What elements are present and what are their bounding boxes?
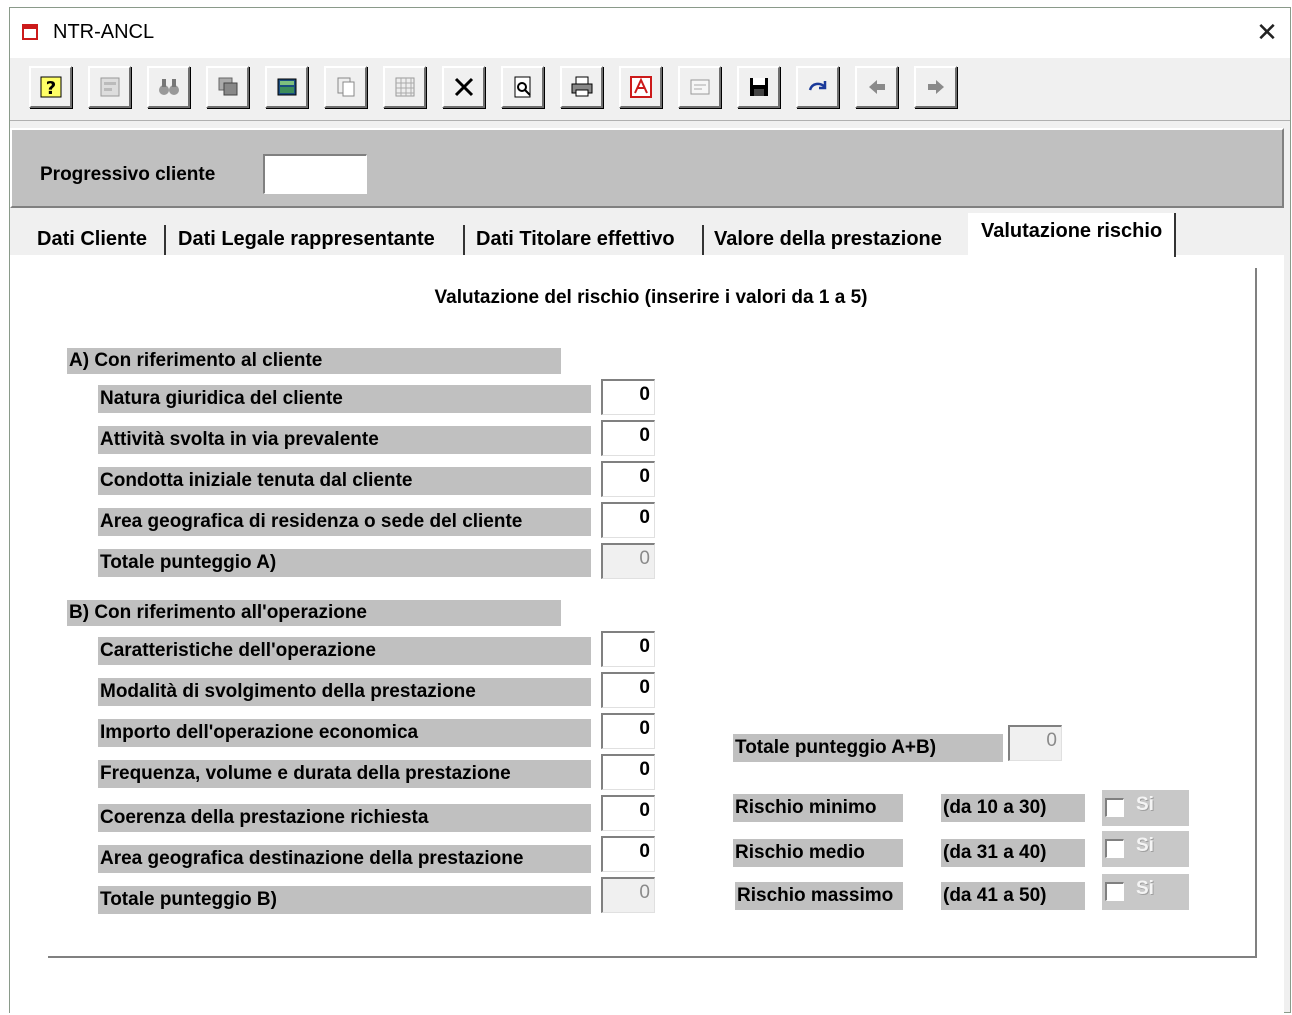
row-label: Condotta iniziale tenuta dal cliente (98, 467, 591, 495)
title-bar: NTR-ANCL ✕ (10, 8, 1290, 58)
app-icon (22, 24, 38, 40)
panel-banner: Valutazione del rischio (inserire i valo… (68, 285, 1234, 311)
score-input-condotta[interactable]: 0 (601, 461, 655, 497)
risk-min-checkbox[interactable]: Si (1102, 790, 1189, 826)
total-a-value: 0 (601, 543, 655, 579)
calculator-icon (277, 78, 297, 96)
score-input-area-residenza[interactable]: 0 (601, 502, 655, 538)
properties-button[interactable] (88, 66, 131, 108)
tab-dati-legale-rappresentante[interactable]: Dati Legale rappresentante (178, 223, 435, 255)
grid-button[interactable] (383, 66, 426, 108)
header-panel: Progressivo cliente (10, 128, 1284, 208)
arrow-right-icon (928, 80, 944, 94)
section-a-title: A) Con riferimento al cliente (67, 348, 561, 374)
pdf-button[interactable] (619, 66, 662, 108)
tab-dati-cliente[interactable]: Dati Cliente (37, 223, 147, 255)
risk-med-label: Rischio medio (733, 839, 903, 867)
row-label: Attività svolta in via prevalente (98, 426, 591, 454)
redo-icon (808, 81, 827, 91)
floppy-icon (750, 78, 768, 96)
score-input-modalita[interactable]: 0 (601, 672, 655, 708)
app-window: NTR-ANCL ✕ ? Progressivo cliente Dati Cl… (9, 7, 1291, 1014)
paste-button[interactable] (324, 66, 367, 108)
copy-window-button[interactable] (206, 66, 249, 108)
risk-max-label: Rischio massimo (735, 882, 903, 910)
score-input-attivita[interactable]: 0 (601, 420, 655, 456)
tab-separator (164, 225, 166, 255)
row-label: Caratteristiche dell'operazione (98, 637, 591, 665)
score-input-importo[interactable]: 0 (601, 713, 655, 749)
arrow-left-icon (869, 80, 885, 94)
total-b-label: Totale punteggio B) (98, 886, 591, 914)
risk-max-range: (da 41 a 50) (941, 882, 1085, 910)
risk-med-checkbox[interactable]: Si (1102, 831, 1189, 867)
risk-med-range: (da 31 a 40) (941, 839, 1085, 867)
form-icon (690, 79, 710, 95)
help-button[interactable]: ? (29, 66, 72, 108)
print-preview-icon (514, 76, 531, 98)
row-label: Coerenza della prestazione richiesta (98, 804, 591, 832)
checkbox-box[interactable] (1105, 839, 1124, 858)
row-label: Area geografica di residenza o sede del … (98, 508, 591, 536)
properties-icon (100, 77, 120, 97)
x-icon (454, 77, 474, 97)
tab-panel-valutazione-rischio: Valutazione del rischio (inserire i valo… (10, 255, 1284, 1014)
next-button[interactable] (914, 66, 957, 108)
checkbox-box[interactable] (1105, 798, 1124, 817)
redo-button[interactable] (796, 66, 839, 108)
total-b-value: 0 (601, 877, 655, 913)
tab-dati-titolare-effettivo[interactable]: Dati Titolare effettivo (476, 223, 675, 255)
risk-min-range: (da 10 a 30) (941, 794, 1085, 822)
checkbox-label: Si (1136, 878, 1154, 899)
score-input-coerenza[interactable]: 0 (601, 795, 655, 831)
row-label: Modalità di svolgimento della prestazion… (98, 678, 591, 706)
risk-max-checkbox[interactable]: Si (1102, 874, 1189, 910)
row-label: Area geografica destinazione della prest… (98, 845, 591, 873)
svg-text:?: ? (46, 78, 56, 99)
form-button[interactable] (678, 66, 721, 108)
close-button[interactable]: ✕ (1244, 8, 1290, 58)
risk-min-label: Rischio minimo (733, 794, 903, 822)
tab-separator (463, 225, 465, 255)
window-title: NTR-ANCL (53, 21, 155, 43)
pdf-icon (630, 76, 652, 98)
paste-icon (337, 77, 355, 97)
total-a-label: Totale punteggio A) (98, 549, 591, 577)
score-input-frequenza[interactable]: 0 (601, 754, 655, 790)
score-input-natura-giuridica[interactable]: 0 (601, 379, 655, 415)
grid-icon (395, 77, 415, 97)
printer-icon (571, 76, 593, 97)
total-ab-value: 0 (1008, 725, 1062, 761)
tab-valore-prestazione[interactable]: Valore della prestazione (714, 223, 942, 255)
calculator-button[interactable] (265, 66, 308, 108)
preview-button[interactable] (501, 66, 544, 108)
row-label: Frequenza, volume e durata della prestaz… (98, 760, 591, 788)
section-b-title: B) Con riferimento all'operazione (67, 600, 561, 626)
tab-valutazione-rischio[interactable]: Valutazione rischio (968, 213, 1177, 257)
total-ab-label: Totale punteggio A+B) (733, 734, 1003, 762)
score-input-caratteristiche[interactable]: 0 (601, 631, 655, 667)
row-label: Natura giuridica del cliente (98, 385, 591, 413)
find-button[interactable] (147, 66, 190, 108)
save-button[interactable] (737, 66, 780, 108)
score-input-area-destinazione[interactable]: 0 (601, 836, 655, 872)
toolbar: ? (10, 58, 1290, 121)
row-label: Importo dell'operazione economica (98, 719, 591, 747)
print-button[interactable] (560, 66, 603, 108)
progressivo-label: Progressivo cliente (40, 164, 216, 185)
binoculars-icon (159, 79, 179, 95)
checkbox-label: Si (1136, 794, 1154, 815)
question-icon: ? (40, 76, 62, 99)
checkbox-box[interactable] (1105, 882, 1124, 901)
delete-button[interactable] (442, 66, 485, 108)
windows-icon (218, 77, 238, 96)
prev-button[interactable] (855, 66, 898, 108)
checkbox-label: Si (1136, 835, 1154, 856)
tab-separator (702, 225, 704, 255)
progressivo-input[interactable] (263, 154, 367, 194)
